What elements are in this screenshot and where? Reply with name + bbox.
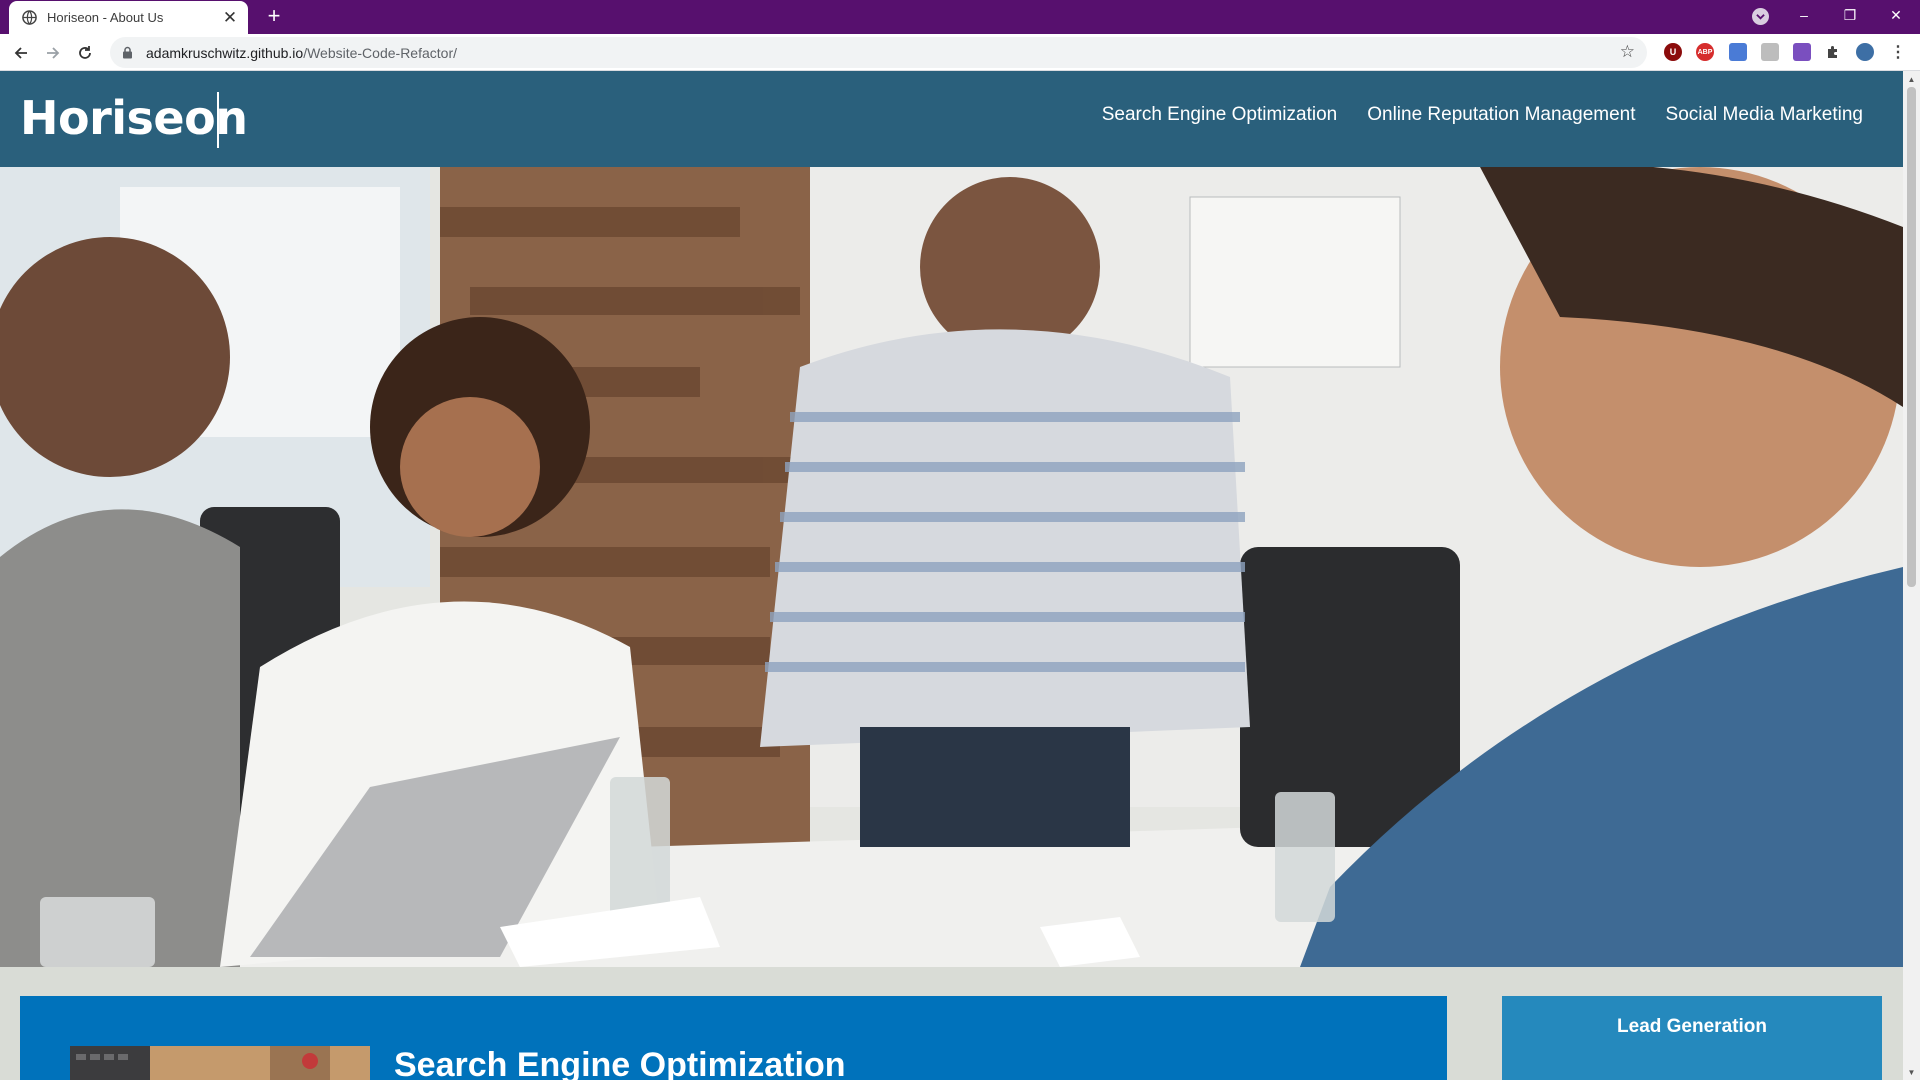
back-button[interactable] (8, 40, 34, 66)
browser-tab[interactable]: Horiseon - About Us ✕ (9, 1, 248, 34)
browser-toolbar: adamkruschwitz.github.io/Website-Code-Re… (0, 34, 1920, 71)
site-logo[interactable]: Horiseon (20, 91, 248, 146)
content-card-seo: Search Engine Optimization (20, 996, 1447, 1080)
new-tab-button[interactable]: + (262, 5, 286, 29)
restore-button[interactable]: ❐ (1830, 0, 1870, 30)
bookmark-star-icon[interactable]: ☆ (1620, 43, 1635, 61)
url-host: adamkruschwitz.github.io (146, 44, 304, 61)
site-nav: Search Engine Optimization Online Reputa… (1102, 104, 1863, 126)
lock-icon (122, 46, 136, 60)
close-window-button[interactable]: ✕ (1876, 0, 1916, 30)
scroll-up-arrow-icon[interactable]: ▲ (1903, 71, 1920, 87)
page-scrollbar[interactable]: ▲ ▼ (1903, 71, 1920, 1080)
sidebar-card-title: Lead Generation (1617, 1016, 1767, 1037)
web-page: Horiseon Search Engine Optimization Onli… (0, 71, 1903, 1080)
browser-menu-icon[interactable]: ⋮ (1889, 43, 1907, 61)
nav-link-social-media[interactable]: Social Media Marketing (1666, 104, 1863, 126)
url-path: /Website-Code-Refactor/ (303, 44, 457, 61)
minimize-button[interactable]: – (1784, 0, 1824, 30)
ublock-extension-icon[interactable]: U (1664, 43, 1682, 61)
text-cursor (217, 92, 219, 148)
hero-image (0, 167, 1903, 967)
profile-avatar[interactable] (1856, 43, 1874, 61)
nav-link-seo[interactable]: Search Engine Optimization (1102, 104, 1338, 126)
extension-icon[interactable] (1761, 43, 1779, 61)
address-bar[interactable]: adamkruschwitz.github.io/Website-Code-Re… (110, 37, 1647, 68)
sidebar-card-lead-generation: Lead Generation (1502, 996, 1882, 1080)
site-header: Horiseon Search Engine Optimization Onli… (0, 71, 1903, 167)
extensions-puzzle-icon[interactable] (1824, 43, 1842, 61)
reload-button[interactable] (72, 40, 98, 66)
extension-icon[interactable] (1729, 43, 1747, 61)
tab-strip: Horiseon - About Us ✕ + – ❐ ✕ (0, 0, 1920, 34)
adblock-plus-extension-icon[interactable]: ABP (1696, 43, 1714, 61)
tab-title: Horiseon - About Us (47, 10, 164, 25)
content-card-title: Search Engine Optimization (394, 1046, 846, 1080)
scroll-down-arrow-icon[interactable]: ▼ (1903, 1064, 1920, 1080)
seo-thumbnail-image (70, 1046, 370, 1080)
globe-icon (21, 10, 37, 26)
extension-icon[interactable] (1793, 43, 1811, 61)
tab-search-icon[interactable] (1752, 8, 1769, 25)
forward-button[interactable] (40, 40, 66, 66)
tab-close-icon[interactable]: ✕ (222, 9, 238, 26)
nav-link-reputation[interactable]: Online Reputation Management (1367, 104, 1635, 126)
scroll-thumb[interactable] (1907, 87, 1916, 587)
